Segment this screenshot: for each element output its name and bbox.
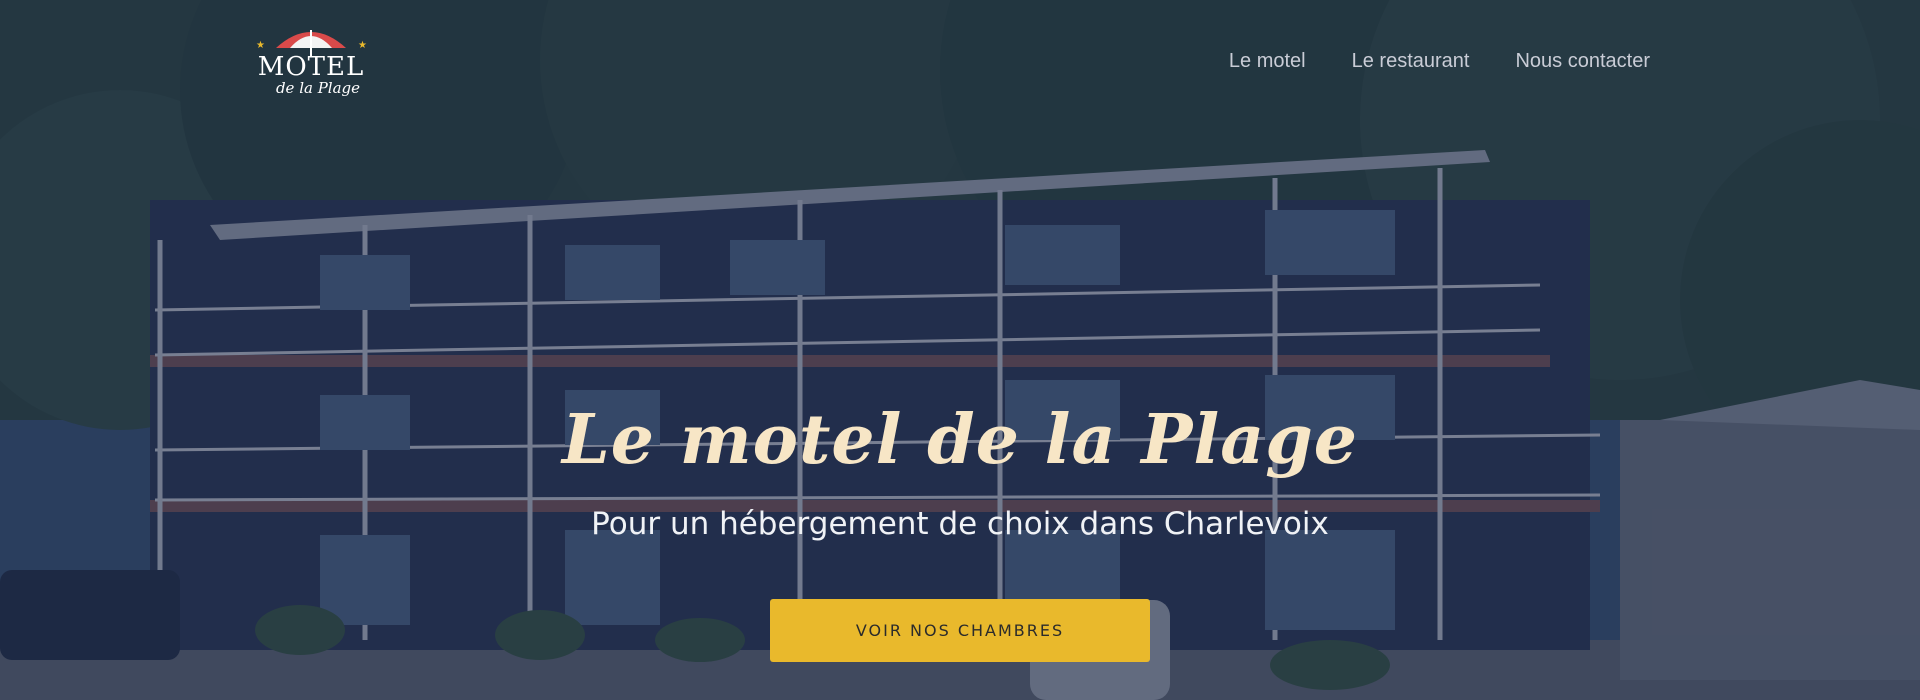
logo-wordmark: MOTEL: [257, 52, 365, 82]
hero-dark-overlay: [0, 0, 1920, 700]
star-icon: ★: [358, 40, 367, 51]
view-rooms-button[interactable]: VOIR NOS CHAMBRES: [770, 599, 1150, 662]
star-icon: ★: [256, 40, 265, 51]
hero-section: ★ ★ MOTEL de la Plage Le motel Le restau…: [0, 0, 1920, 700]
nav-link-le-motel[interactable]: Le motel: [1229, 50, 1306, 73]
site-logo[interactable]: ★ ★ MOTEL de la Plage: [246, 18, 384, 104]
logo-subtitle: de la Plage: [275, 79, 361, 97]
hero-subtitle: Pour un hébergement de choix dans Charle…: [591, 506, 1329, 542]
hero-title: Le motel de la Plage: [561, 400, 1359, 480]
nav-link-nous-contacter[interactable]: Nous contacter: [1515, 50, 1650, 73]
nav-link-le-restaurant[interactable]: Le restaurant: [1352, 50, 1470, 73]
main-navigation: Le motel Le restaurant Nous contacter: [1229, 50, 1650, 73]
